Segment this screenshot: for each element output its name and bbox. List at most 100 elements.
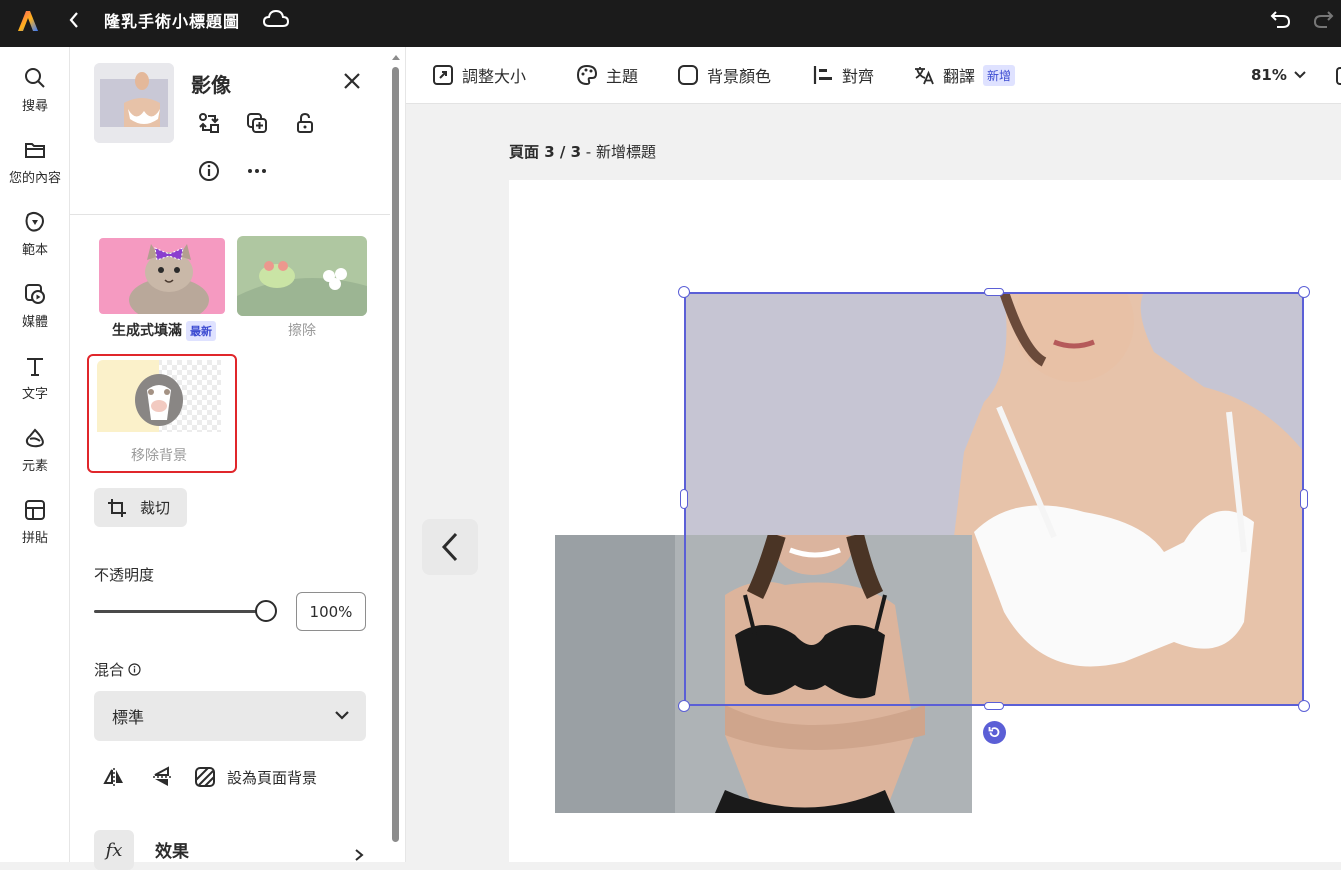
rail-item-search[interactable]: 搜尋 — [0, 67, 70, 114]
resize-handle-bottom-right[interactable] — [1298, 700, 1310, 712]
erase-card[interactable] — [237, 236, 367, 316]
resize-handle-top[interactable] — [984, 288, 1004, 296]
zoom-level[interactable]: 81% — [1251, 66, 1287, 84]
align-left-icon — [813, 66, 832, 84]
replace-image-icon[interactable] — [194, 108, 224, 138]
grid-icon — [25, 500, 45, 520]
translate-icon — [915, 67, 934, 85]
page-title[interactable]: - 新增標題 — [581, 143, 656, 161]
panel-scrollbar[interactable] — [392, 67, 399, 842]
opacity-slider-track[interactable] — [94, 610, 266, 613]
resize-handle-top-left[interactable] — [678, 286, 690, 298]
top-bar: 隆乳手術小標題圖 — [0, 0, 1341, 47]
info-icon[interactable] — [194, 156, 224, 186]
rail-label: 拼貼 — [21, 531, 48, 546]
set-page-background-icon[interactable] — [190, 762, 220, 792]
rail-label: 範本 — [21, 243, 48, 258]
palette-icon — [576, 64, 598, 86]
blend-mode-select[interactable]: 標準 — [94, 691, 366, 741]
theme-label: 主題 — [606, 67, 639, 86]
blend-label-row: 混合 — [94, 659, 141, 680]
rail-item-elements[interactable]: 元素 — [0, 427, 70, 474]
previous-page-button[interactable] — [422, 519, 478, 575]
more-options-icon[interactable] — [242, 156, 272, 186]
image-black-bra[interactable] — [555, 535, 972, 813]
resize-handle-left[interactable] — [680, 489, 688, 509]
flip-horizontal-icon[interactable] — [99, 762, 129, 792]
search-icon — [25, 68, 45, 88]
rail-item-text[interactable]: 文字 — [0, 355, 70, 402]
effects-label[interactable]: 效果 — [155, 837, 189, 862]
chevron-down-icon[interactable] — [1292, 67, 1308, 83]
panel-toggle-icon[interactable] — [1336, 67, 1341, 85]
erase-label: 擦除 — [288, 323, 316, 339]
rotate-handle[interactable] — [983, 721, 1006, 744]
template-icon — [25, 211, 44, 232]
opacity-input[interactable]: 100% — [296, 592, 366, 631]
effects-icon: fx — [94, 830, 134, 870]
color-swatch-icon — [678, 65, 698, 85]
adobe-express-logo-icon[interactable] — [16, 9, 40, 33]
left-rail: 搜尋 您的內容 範本 媒體 文字 元素 拼貼 — [0, 47, 70, 862]
generative-fill-card[interactable] — [97, 236, 227, 316]
rail-item-your-content[interactable]: 您的內容 — [0, 139, 70, 186]
theme-button[interactable]: 主題 — [576, 63, 638, 87]
rail-label: 搜尋 — [21, 99, 48, 114]
resize-handle-top-right[interactable] — [1298, 286, 1310, 298]
image-thumbnail — [94, 63, 174, 143]
unlock-icon[interactable] — [290, 108, 320, 138]
background-color-label: 背景顏色 — [707, 67, 772, 86]
page-label: 頁面 3 / 3 - 新增標題 — [509, 141, 656, 162]
set-page-background-label[interactable]: 設為頁面背景 — [227, 767, 317, 788]
close-icon[interactable] — [343, 71, 361, 96]
shapes-icon — [25, 428, 44, 448]
rail-label: 您的內容 — [8, 171, 61, 186]
resize-handle-bottom[interactable] — [984, 702, 1004, 710]
folder-icon — [25, 143, 45, 158]
back-chevron-icon[interactable] — [66, 10, 82, 35]
remove-background-highlight — [87, 354, 237, 473]
rail-label: 元素 — [21, 459, 48, 474]
opacity-label: 不透明度 — [94, 566, 155, 584]
crop-label: 裁切 — [140, 499, 171, 517]
page-number: 頁面 3 / 3 — [509, 143, 582, 161]
panel-divider — [70, 214, 390, 215]
resize-label: 調整大小 — [462, 67, 527, 86]
cloud-icon[interactable] — [262, 8, 290, 34]
resize-icon — [433, 65, 453, 85]
new-badge: 最新 — [186, 321, 216, 341]
translate-label: 翻譯 — [943, 67, 976, 86]
background-color-button[interactable]: 背景顏色 — [677, 63, 771, 87]
undo-icon[interactable] — [1268, 6, 1294, 36]
translate-button[interactable]: 翻譯 新增 — [913, 63, 1016, 87]
media-icon — [25, 284, 45, 304]
panel-title: 影像 — [191, 73, 231, 97]
crop-button[interactable]: 裁切 — [94, 488, 187, 527]
rail-item-collage[interactable]: 拼貼 — [0, 499, 70, 546]
flip-vertical-icon[interactable] — [147, 762, 177, 792]
crop-icon — [108, 498, 126, 517]
scroll-up-icon[interactable] — [391, 53, 401, 61]
text-icon — [27, 358, 43, 376]
zoom-value: 81% — [1251, 66, 1287, 84]
rail-label: 媒體 — [21, 315, 48, 330]
blend-label: 混合 — [94, 661, 125, 679]
chevron-right-icon[interactable] — [352, 847, 366, 863]
align-button[interactable]: 對齊 — [812, 63, 874, 87]
rail-label: 文字 — [21, 387, 48, 402]
info-icon[interactable] — [128, 663, 141, 676]
redo-icon[interactable] — [1310, 6, 1336, 36]
resize-handle-right[interactable] — [1300, 489, 1308, 509]
generative-fill-label: 生成式填滿 最新 — [94, 320, 234, 341]
opacity-slider-handle[interactable] — [255, 600, 277, 622]
canvas-toolbar: 調整大小 主題 背景顏色 對齊 翻譯 新增 81% — [406, 47, 1341, 104]
rail-item-media[interactable]: 媒體 — [0, 283, 70, 330]
chevron-left-icon — [441, 532, 458, 562]
image-properties-panel: 影像 生成式填滿 最新 擦除 移除背景 裁切 不透明度 100% 混合 標準 設… — [70, 47, 406, 870]
document-title[interactable]: 隆乳手術小標題圖 — [104, 8, 240, 32]
resize-button[interactable]: 調整大小 — [432, 63, 526, 87]
align-label: 對齊 — [842, 67, 875, 86]
duplicate-icon[interactable] — [242, 108, 272, 138]
rail-item-templates[interactable]: 範本 — [0, 211, 70, 258]
resize-handle-bottom-left[interactable] — [678, 700, 690, 712]
